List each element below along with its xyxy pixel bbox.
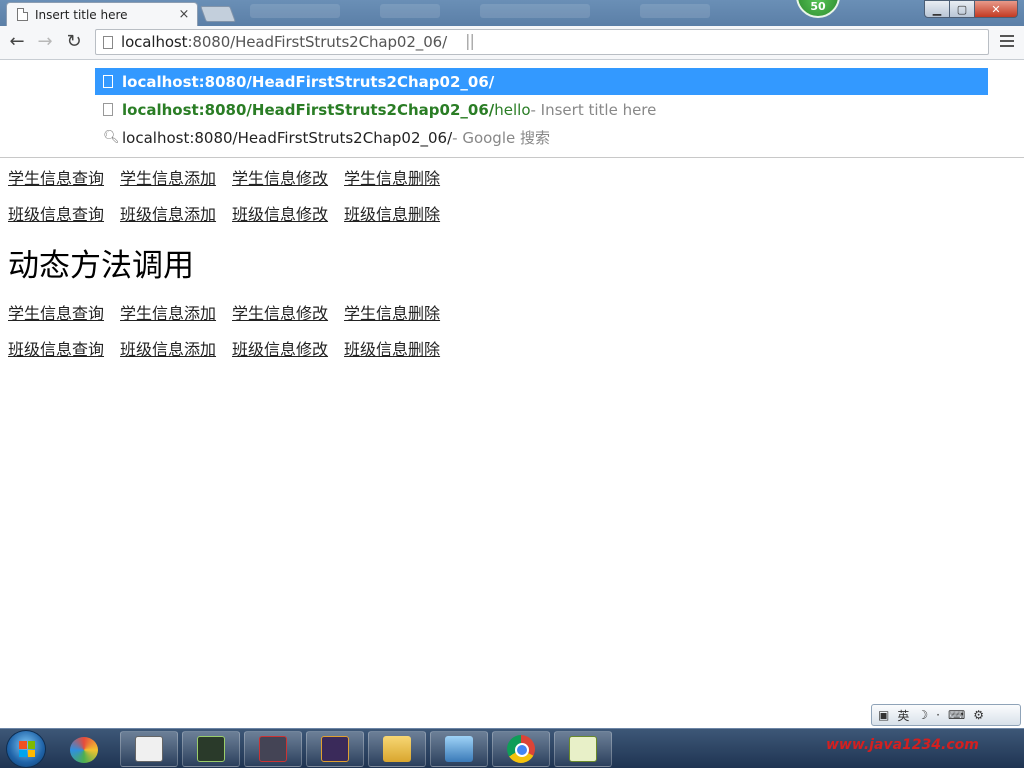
taskbar-app-chrome[interactable] — [492, 731, 550, 767]
link-row: 班级信息查询 班级信息添加 班级信息修改 班级信息删除 — [8, 201, 456, 231]
moon-icon[interactable]: ☽ — [917, 708, 928, 722]
link-student-add[interactable]: 学生信息添加 — [120, 300, 216, 330]
close-window-button[interactable]: ✕ — [974, 0, 1018, 18]
address-bar[interactable]: localhost:8080/HeadFirstStruts2Chap02_06… — [95, 29, 989, 55]
background-blur — [380, 4, 440, 18]
watermark-text: www.java1234.com — [826, 737, 979, 753]
reload-icon[interactable]: ↻ — [63, 31, 85, 53]
browser-tab-strip: Insert title here × 50 ▁ ▢ ✕ — [0, 0, 1024, 26]
taskbar-app-explorer[interactable] — [368, 731, 426, 767]
suggestion-description: - Insert title here — [530, 100, 657, 119]
windows-logo-icon — [19, 741, 35, 757]
page-icon — [103, 75, 113, 88]
omnibox-suggestions: localhost:8080/HeadFirstStruts2Chap02_06… — [0, 60, 1024, 158]
page-icon — [103, 103, 113, 116]
windows-taskbar: www.java1234.com — [0, 728, 1024, 768]
ime-mode-label[interactable]: 英 — [897, 707, 909, 724]
link-student-query[interactable]: 学生信息查询 — [8, 165, 104, 195]
background-blur — [250, 4, 340, 18]
menu-icon[interactable] — [1000, 35, 1014, 47]
settings-icon[interactable]: ⚙ — [973, 708, 984, 722]
link-class-delete[interactable]: 班级信息删除 — [344, 201, 440, 231]
minimize-button[interactable]: ▁ — [924, 0, 950, 18]
background-blur — [640, 4, 710, 18]
ime-logo-icon[interactable]: ▣ — [878, 708, 889, 722]
url-path: :8080/HeadFirstStruts2Chap02_06/ — [187, 33, 448, 51]
back-arrow-icon[interactable]: ← — [6, 31, 28, 53]
address-text[interactable]: localhost:8080/HeadFirstStruts2Chap02_06… — [121, 33, 447, 51]
suggestion-query: localhost:8080/HeadFirstStruts2Chap02_06… — [122, 128, 453, 147]
taskbar-app-photos[interactable] — [430, 731, 488, 767]
taskbar-app-notepad[interactable] — [554, 731, 612, 767]
notification-badge[interactable]: 50 — [796, 0, 840, 18]
link-student-delete[interactable]: 学生信息删除 — [344, 300, 440, 330]
taskbar-app-editor[interactable] — [120, 731, 178, 767]
link-row: 班级信息查询 班级信息添加 班级信息修改 班级信息删除 — [8, 336, 456, 366]
screen: Insert title here × 50 ▁ ▢ ✕ ← → ↻ local… — [0, 0, 1024, 768]
link-class-update[interactable]: 班级信息修改 — [232, 201, 328, 231]
link-class-update[interactable]: 班级信息修改 — [232, 336, 328, 366]
link-student-update[interactable]: 学生信息修改 — [232, 165, 328, 195]
link-class-query[interactable]: 班级信息查询 — [8, 336, 104, 366]
suggestion-url: localhost:8080/HeadFirstStruts2Chap02_06… — [122, 100, 495, 119]
chrome-icon — [507, 735, 535, 763]
link-student-add[interactable]: 学生信息添加 — [120, 165, 216, 195]
suggestion-item-selected[interactable]: localhost:8080/HeadFirstStruts2Chap02_06… — [95, 68, 988, 95]
keyboard-icon[interactable]: ⌨ — [948, 708, 965, 722]
suggestion-item[interactable]: 🔍︎ localhost:8080/HeadFirstStruts2Chap02… — [95, 124, 988, 151]
search-icon: 🔍︎ — [103, 130, 120, 145]
page-heading: 动态方法调用 — [8, 248, 194, 284]
link-class-delete[interactable]: 班级信息删除 — [344, 336, 440, 366]
start-button[interactable] — [6, 730, 46, 768]
url-host: localhost — [121, 33, 188, 51]
maximize-button[interactable]: ▢ — [949, 0, 975, 18]
browser-toolbar: ← → ↻ localhost:8080/HeadFirstStruts2Cha… — [0, 26, 1024, 60]
link-student-delete[interactable]: 学生信息删除 — [344, 165, 440, 195]
ime-language-bar[interactable]: ▣ 英 ☽ · ⌨ ⚙ — [871, 704, 1021, 726]
link-class-query[interactable]: 班级信息查询 — [8, 201, 104, 231]
tab-active[interactable]: Insert title here × — [6, 2, 198, 26]
new-tab-button[interactable] — [200, 6, 236, 22]
taskbar-app-terminal[interactable] — [182, 731, 240, 767]
app-launcher-icon[interactable] — [64, 733, 104, 767]
link-row: 学生信息查询 学生信息添加 学生信息修改 学生信息删除 — [8, 300, 456, 330]
taskbar-app-ide[interactable] — [306, 731, 364, 767]
link-class-add[interactable]: 班级信息添加 — [120, 336, 216, 366]
tab-title: Insert title here — [35, 7, 128, 22]
taskbar-app-tool[interactable] — [244, 731, 302, 767]
text-cursor-icon — [467, 34, 473, 50]
link-row: 学生信息查询 学生信息添加 学生信息修改 学生信息删除 — [8, 165, 456, 195]
suggestion-url: localhost:8080/HeadFirstStruts2Chap02_06… — [122, 72, 495, 91]
tab-close-icon[interactable]: × — [177, 7, 191, 22]
link-class-add[interactable]: 班级信息添加 — [120, 201, 216, 231]
suggestion-item[interactable]: localhost:8080/HeadFirstStruts2Chap02_06… — [95, 96, 988, 123]
page-icon — [17, 8, 28, 21]
link-student-query[interactable]: 学生信息查询 — [8, 300, 104, 330]
dot-icon: · — [936, 708, 940, 722]
suggestion-url-suffix: hello — [494, 100, 531, 119]
page-icon — [103, 35, 113, 49]
suggestion-description: - Google 搜索 — [452, 129, 550, 147]
background-blur — [480, 4, 590, 18]
forward-arrow-icon[interactable]: → — [34, 31, 56, 53]
link-student-update[interactable]: 学生信息修改 — [232, 300, 328, 330]
window-controls: ▁ ▢ ✕ — [924, 0, 1018, 18]
